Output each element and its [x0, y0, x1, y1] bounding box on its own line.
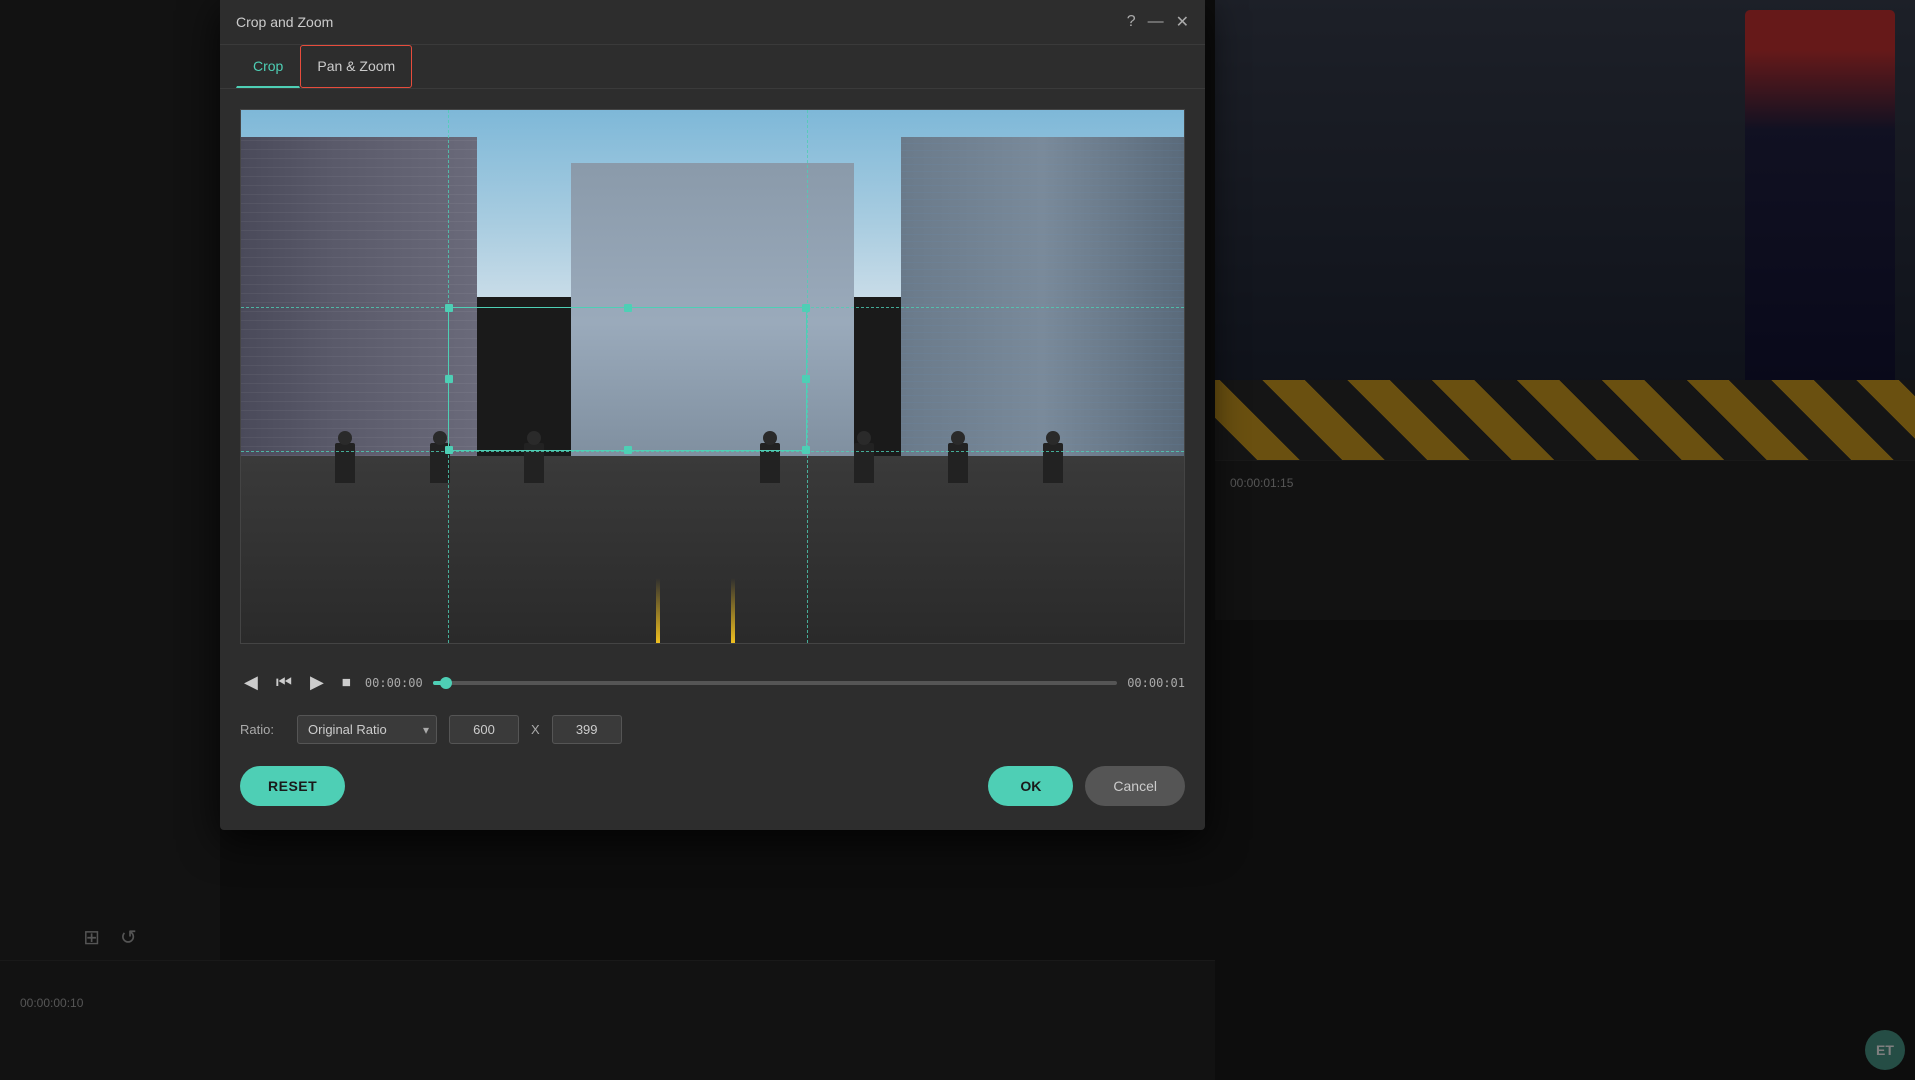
height-input[interactable] [552, 715, 622, 744]
current-time: 00:00:00 [365, 676, 423, 690]
titlebar-controls: ? — ✕ [1127, 12, 1189, 32]
people-layer [241, 403, 1184, 483]
tab-pan-zoom[interactable]: Pan & Zoom [300, 45, 412, 88]
total-time: 00:00:01 [1127, 676, 1185, 690]
width-input[interactable] [449, 715, 519, 744]
modal-tabs: Crop Pan & Zoom [220, 45, 1205, 89]
modal-titlebar: Crop and Zoom ? — ✕ [220, 0, 1205, 45]
person-5 [854, 443, 874, 483]
person-1 [335, 443, 355, 483]
reset-button[interactable]: RESET [240, 766, 345, 806]
modal-body: ◀ ⏮ ▶ ⏹ 00:00:00 00:00:01 Ratio: Origina… [220, 89, 1205, 830]
ratio-row: Ratio: Original Ratio 16:9 4:3 1:1 9:16 … [240, 705, 1185, 754]
progress-thumb[interactable] [440, 677, 452, 689]
person-4 [760, 443, 780, 483]
stop-button[interactable]: ⏹ [338, 668, 355, 697]
dimension-separator: X [531, 722, 540, 737]
modal-dialog: Crop and Zoom ? — ✕ Crop Pan & Zoom [220, 0, 1205, 830]
step-back-button[interactable]: ⏮ [272, 668, 296, 697]
close-icon[interactable]: ✕ [1176, 12, 1189, 32]
progress-bar[interactable] [433, 681, 1118, 685]
person-3 [524, 443, 544, 483]
ratio-label: Ratio: [240, 722, 285, 737]
road-line-left [656, 578, 660, 643]
action-row: RESET OK Cancel [240, 754, 1185, 810]
rewind-button[interactable]: ◀ [240, 668, 262, 697]
tab-crop[interactable]: Crop [236, 45, 300, 88]
help-icon[interactable]: ? [1127, 13, 1136, 31]
road-line-right [731, 578, 735, 643]
play-button[interactable]: ▶ [306, 668, 328, 697]
person-6 [948, 443, 968, 483]
cancel-button[interactable]: Cancel [1085, 766, 1185, 806]
street-layer [241, 456, 1184, 643]
minimize-icon[interactable]: — [1148, 13, 1164, 31]
video-preview[interactable] [240, 109, 1185, 644]
modal-overlay: Crop and Zoom ? — ✕ Crop Pan & Zoom [0, 0, 1915, 1080]
person-2 [430, 443, 450, 483]
ok-button[interactable]: OK [988, 766, 1073, 806]
button-group: OK Cancel [988, 766, 1185, 806]
modal-title: Crop and Zoom [236, 14, 333, 30]
ratio-select[interactable]: Original Ratio 16:9 4:3 1:1 9:16 [297, 715, 437, 744]
person-7 [1043, 443, 1063, 483]
playback-bar: ◀ ⏮ ▶ ⏹ 00:00:00 00:00:01 [240, 660, 1185, 705]
ratio-select-wrapper: Original Ratio 16:9 4:3 1:1 9:16 [297, 715, 437, 744]
city-scene [241, 110, 1184, 643]
